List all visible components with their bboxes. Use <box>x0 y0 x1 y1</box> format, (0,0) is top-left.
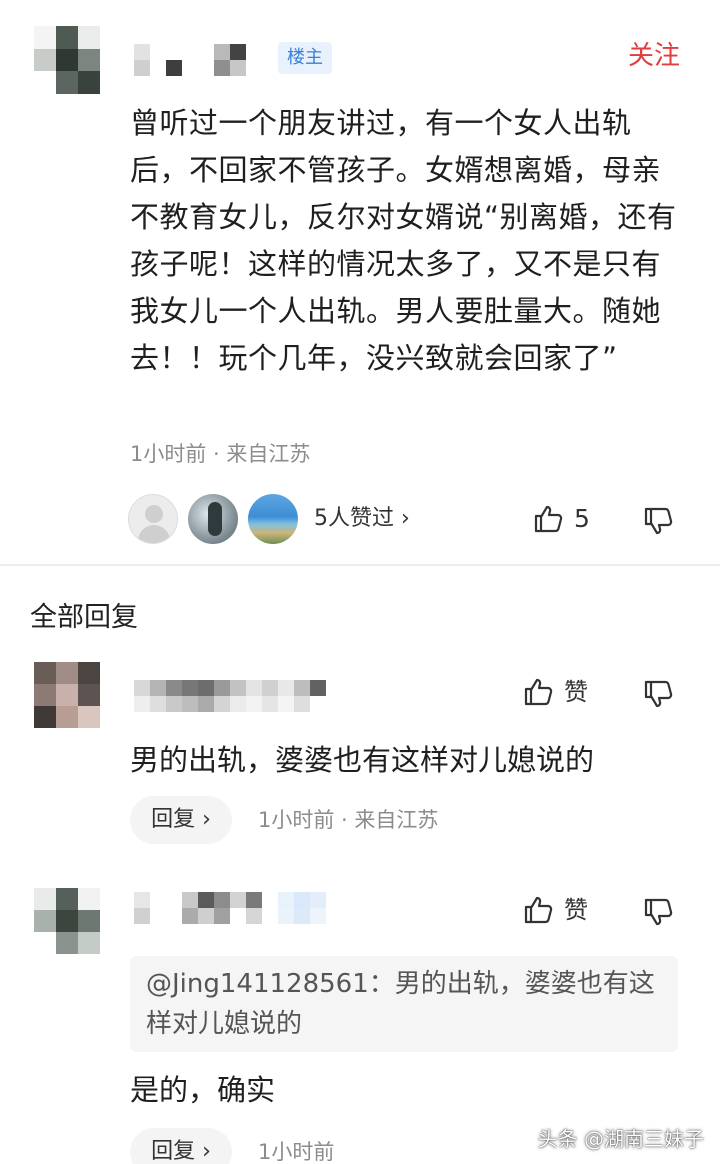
reply-1-like-label[interactable]: 赞 <box>564 675 588 709</box>
reply-1-text: 男的出轨，婆婆也有这样对儿媳说的 <box>130 743 595 777</box>
watermark: 头条 @湖南三妹子 <box>537 1127 704 1151</box>
reply-1-timestamp-location: 1小时前 · 来自江苏 <box>258 808 439 832</box>
op-comment-text: 曾听过一个朋友讲过，有一个女人出轨后，不回家不管孩子。女婿想离婚，母亲不教育女儿… <box>130 106 677 375</box>
op-avatar[interactable] <box>34 26 100 94</box>
reply-2-thumbs-down-icon[interactable] <box>642 896 674 928</box>
reply-2-text: 是的，确实 <box>130 1073 276 1107</box>
liker-avatar-landscape[interactable] <box>248 494 298 544</box>
op-like-count: 5 <box>574 504 590 533</box>
person-icon-body <box>138 525 170 543</box>
likers-count-link[interactable]: 5人赞过 › <box>314 502 410 536</box>
reply-1-reply-button[interactable]: 回复 › <box>130 796 232 844</box>
follow-button[interactable]: 关注 <box>628 38 680 74</box>
thumbs-down-icon[interactable] <box>642 505 674 537</box>
reply-1-avatar[interactable] <box>34 662 100 728</box>
section-divider <box>0 564 720 566</box>
op-timestamp-location: 1小时前 · 来自江苏 <box>130 442 311 466</box>
reply-1-username[interactable] <box>134 680 326 712</box>
quoted-reply: @Jing141128561：男的出轨，婆婆也有这样对儿媳说的 <box>130 956 678 1052</box>
person-icon-head <box>145 505 163 523</box>
liker-avatar-default[interactable] <box>128 494 178 544</box>
reply-2-reply-button[interactable]: 回复 › <box>130 1128 232 1164</box>
likers-row: 5人赞过 › 5 <box>128 494 688 546</box>
reply-2-avatar[interactable] <box>34 888 100 954</box>
op-badge: 楼主 <box>278 42 332 74</box>
thumbs-up-icon[interactable] <box>532 503 564 535</box>
liker-avatar-photo[interactable] <box>188 494 238 544</box>
op-username[interactable] <box>134 44 264 78</box>
reply-2-like-label[interactable]: 赞 <box>564 893 588 927</box>
reply-2-timestamp: 1小时前 <box>258 1140 335 1164</box>
reply-1-thumbs-up-icon[interactable] <box>522 676 554 708</box>
all-replies-title: 全部回复 <box>30 602 138 633</box>
comment-detail-page: 楼主 关注 曾听过一个朋友讲过，有一个女人出轨后，不回家不管孩子。女婿想离婚，母… <box>0 0 720 1164</box>
liker-photo-figure <box>208 502 222 536</box>
reply-2-thumbs-up-icon[interactable] <box>522 894 554 926</box>
reply-2-username[interactable] <box>134 892 326 924</box>
reply-1-thumbs-down-icon[interactable] <box>642 678 674 710</box>
